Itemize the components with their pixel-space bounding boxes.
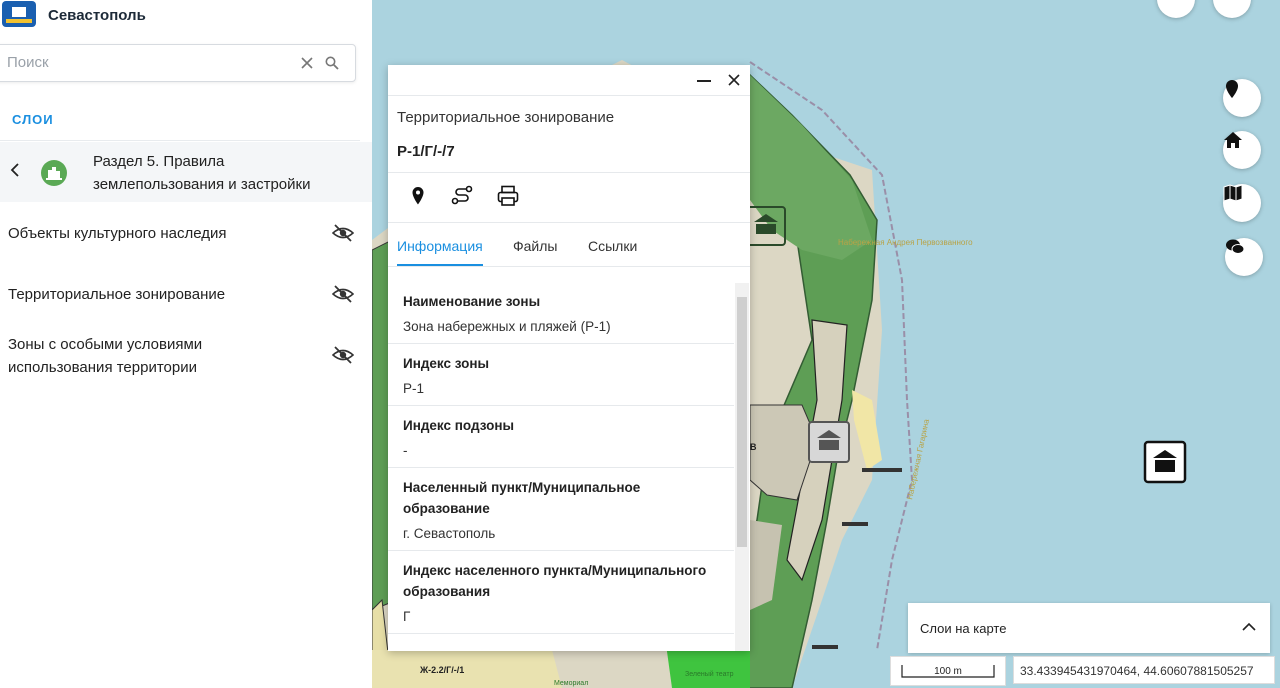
divider — [0, 140, 360, 141]
eye-off-icon[interactable] — [332, 224, 354, 242]
heritage-marker-3[interactable] — [1143, 440, 1187, 484]
divider — [388, 172, 750, 173]
heritage-marker-2[interactable] — [808, 421, 850, 463]
attribute-row: Индекс зоны Р-1 — [388, 344, 734, 406]
popup-title: Территориальное зонирование — [397, 109, 615, 126]
attribute-label: Населенный пункт/Муниципальное образован… — [403, 480, 641, 516]
search-icon[interactable] — [325, 56, 339, 70]
layer-item-heritage[interactable]: Объекты культурного наследия — [8, 222, 308, 245]
buildings-icon — [41, 160, 67, 186]
map-label-embankment: Набережная Андрея Первозванного — [838, 238, 973, 247]
tab-information[interactable]: Информация — [397, 238, 483, 254]
minimize-icon[interactable] — [697, 79, 711, 83]
location-button[interactable] — [1223, 79, 1261, 117]
layer-item-special-zones[interactable]: Зоны с особыми условиями использования т… — [8, 333, 308, 379]
home-icon — [1224, 132, 1242, 148]
home-button[interactable] — [1223, 131, 1261, 169]
map-pin-icon — [1226, 80, 1238, 98]
app-header: Севастополь — [0, 0, 146, 30]
attribute-label: Индекс подзоны — [403, 418, 515, 433]
scale-label: 100 m — [934, 666, 962, 677]
attribute-value: г. Севастополь — [403, 526, 496, 541]
search-box — [0, 44, 356, 82]
tab-links[interactable]: Ссылки — [588, 238, 637, 254]
search-input[interactable] — [5, 53, 289, 72]
attribute-value: - — [403, 443, 408, 458]
scale-bar: 100 m — [890, 656, 1006, 686]
layer-section-row[interactable]: Раздел 5. Правила землепользования и зас… — [0, 142, 372, 202]
feature-info-popup: Территориальное зонирование Р-1/Г/-/7 Ин… — [388, 65, 750, 651]
divider — [388, 266, 750, 267]
map-pin-icon[interactable] — [411, 186, 425, 206]
divider — [388, 95, 750, 96]
attribute-label: Наименование зоны — [403, 294, 541, 309]
basemap-button[interactable] — [1223, 184, 1261, 222]
clear-icon[interactable] — [301, 57, 313, 69]
tab-layers[interactable]: СЛОИ — [12, 112, 54, 127]
attribute-row: Наименование зоны Зона набережных и пляж… — [388, 283, 734, 344]
map-label-theatre: Зеленый театр — [685, 670, 734, 678]
close-icon[interactable] — [728, 74, 740, 86]
app-title: Севастополь — [48, 6, 146, 24]
pier-1 — [862, 468, 902, 472]
sidebar: Севастополь СЛОИ Раздел 5. Правила земле… — [0, 0, 372, 688]
coordinates-readout: 33.433945431970464, 44.60607881505257 — [1013, 656, 1275, 684]
layers-on-map-label: Слои на карте — [920, 621, 1007, 636]
map-label-zone: Ж-2.2/Г/-/1 — [419, 665, 464, 675]
layer-item-zoning[interactable]: Территориальное зонирование — [8, 283, 308, 306]
scrollbar[interactable] — [735, 283, 749, 651]
attribute-row: Населенный пункт/Муниципальное образован… — [388, 468, 734, 551]
divider — [388, 222, 750, 223]
section-label: Раздел 5. Правила землепользования и зас… — [93, 153, 311, 193]
chevron-up-icon[interactable] — [1242, 622, 1256, 632]
attribute-value: Зона набережных и пляжей (Р-1) — [403, 319, 611, 334]
scrollbar-thumb[interactable] — [737, 297, 747, 547]
zone-code: Р-1/Г/-/7 — [397, 143, 455, 160]
sand-zone-bottom — [372, 650, 562, 688]
attribute-row: Индекс населенного пункта/Муниципального… — [388, 551, 734, 634]
chevron-left-icon[interactable] — [10, 162, 20, 178]
layers-on-map-panel[interactable]: Слои на карте — [908, 603, 1270, 653]
attribute-row: Индекс подзоны - — [388, 406, 734, 468]
pier-3 — [812, 645, 838, 649]
tab-files[interactable]: Файлы — [513, 238, 557, 254]
chat-button[interactable] — [1225, 238, 1263, 276]
pier-2 — [842, 522, 868, 526]
map-icon — [1223, 184, 1243, 202]
eye-off-icon[interactable] — [332, 346, 354, 364]
attribute-label: Индекс зоны — [403, 356, 490, 371]
attribute-value: Г — [403, 609, 411, 624]
map-label-memorial: Мемориал — [554, 680, 588, 687]
eye-off-icon[interactable] — [332, 285, 354, 303]
attribute-label: Индекс населенного пункта/Муниципального… — [403, 563, 707, 599]
route-icon[interactable] — [451, 185, 473, 205]
map-label-letter: В — [750, 442, 757, 452]
city-emblem-icon — [2, 1, 36, 27]
print-icon[interactable] — [497, 185, 519, 207]
attribute-value: Р-1 — [403, 381, 425, 396]
chat-icon — [1226, 239, 1245, 254]
